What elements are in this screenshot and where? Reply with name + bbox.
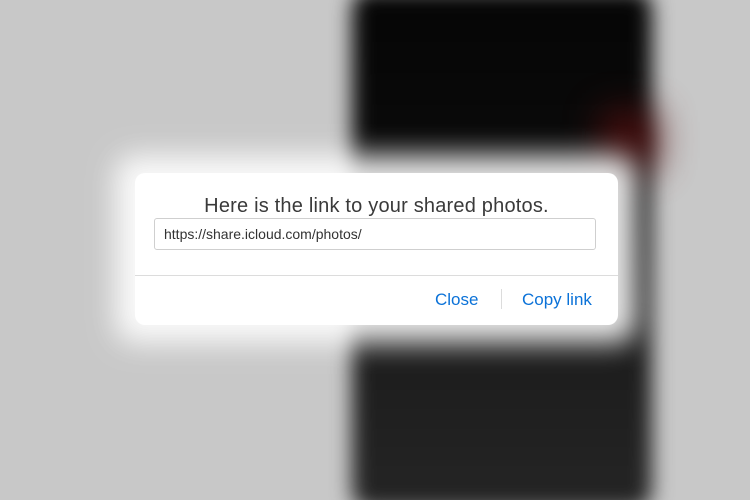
share-link-dialog: Here is the link to your shared photos. … <box>135 173 618 325</box>
button-separator <box>501 289 502 309</box>
close-button[interactable]: Close <box>435 290 478 310</box>
dialog-button-bar: Close Copy link <box>135 276 618 325</box>
copy-link-button[interactable]: Copy link <box>522 290 592 310</box>
dialog-title: Here is the link to your shared photos. <box>204 195 549 217</box>
screen: Here is the link to your shared photos. … <box>0 0 750 500</box>
shared-link-field[interactable] <box>154 218 596 250</box>
